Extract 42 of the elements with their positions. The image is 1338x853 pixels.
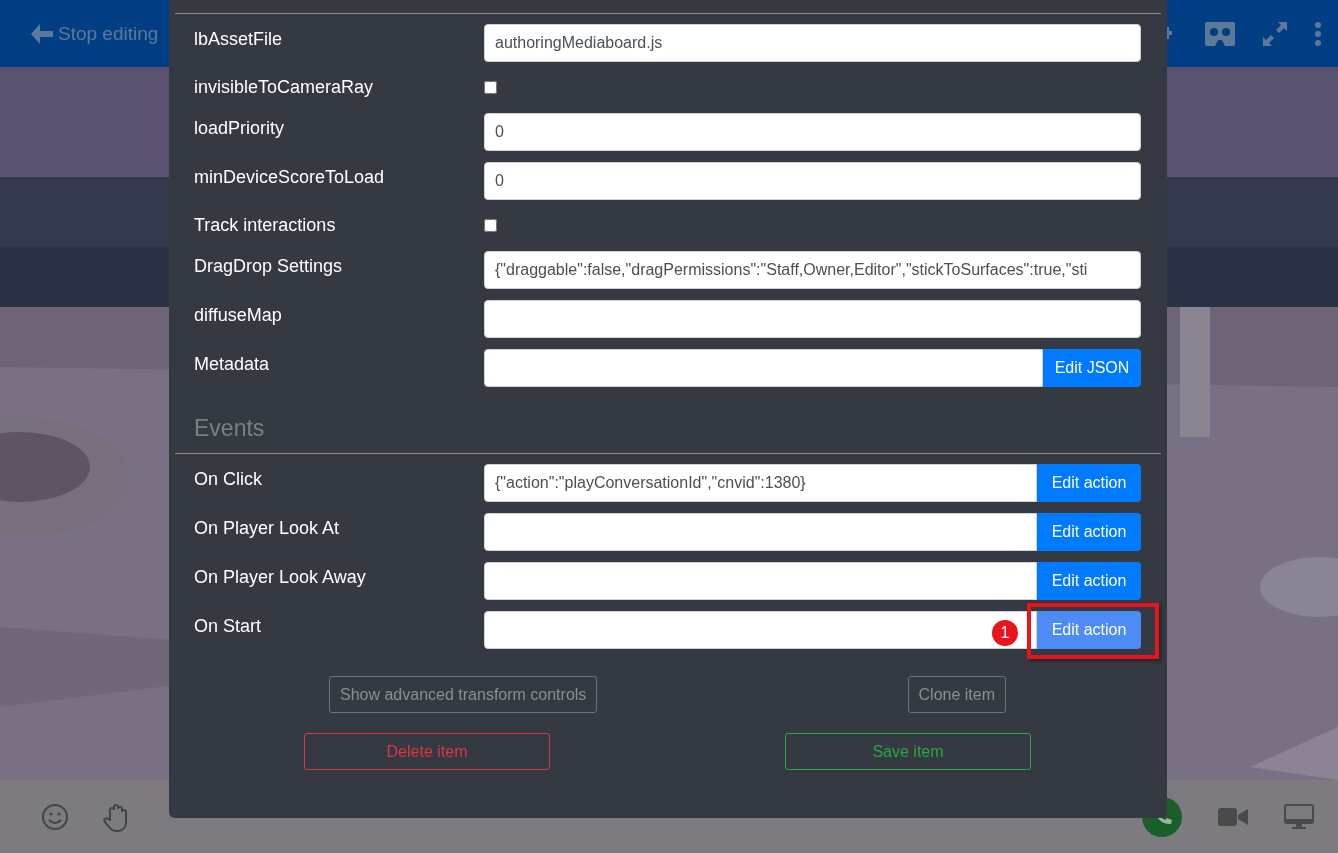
- video-camera-icon[interactable]: [1218, 806, 1248, 827]
- field-label: lbAssetFile: [194, 28, 284, 50]
- checkbox[interactable]: [484, 219, 497, 232]
- input-field[interactable]: [484, 513, 1037, 551]
- input-field[interactable]: [484, 562, 1037, 600]
- event-label: On Player Look Away: [194, 566, 367, 588]
- edit-action-button[interactable]: Edit action: [1037, 611, 1141, 649]
- back-arrow-icon: [30, 22, 54, 45]
- monitor-icon[interactable]: [1284, 803, 1314, 830]
- event-label: On Click: [194, 468, 263, 490]
- field-label: Metadata: [194, 353, 271, 375]
- vr-headset-icon[interactable]: [1204, 20, 1236, 47]
- input-field[interactable]: {"action":"playConversationId","cnvid":1380}: [484, 464, 1037, 502]
- advanced-controls-button[interactable]: Show advanced transform controls: [329, 676, 598, 713]
- input-field[interactable]: [484, 611, 1037, 649]
- more-icon[interactable]: [1314, 21, 1322, 46]
- save-button[interactable]: Save item: [785, 733, 1031, 770]
- input-field[interactable]: 0: [484, 162, 1141, 200]
- expand-icon[interactable]: [1262, 20, 1288, 47]
- input-field[interactable]: [484, 300, 1141, 338]
- input-field[interactable]: 0: [484, 113, 1141, 151]
- edit-action-button[interactable]: Edit action: [1037, 562, 1141, 600]
- input-field[interactable]: [484, 349, 1043, 387]
- edit-json-button[interactable]: Edit JSON: [1043, 349, 1141, 387]
- delete-button[interactable]: Delete item: [304, 733, 550, 770]
- field-label: invisibleToCameraRay: [194, 77, 375, 98]
- field-label: Track interactions: [194, 215, 337, 236]
- input-field[interactable]: authoringMediaboard.js: [484, 24, 1141, 62]
- field-label: DragDrop Settings: [194, 255, 344, 277]
- clone-button[interactable]: Clone item: [907, 676, 1006, 713]
- input-field[interactable]: {"draggable":false,"dragPermissions":"Staff,Owner,Editor","stickToSurfaces":true,"sti: [484, 251, 1141, 289]
- event-label: On Player Look At: [194, 517, 341, 539]
- field-label: loadPriority: [194, 117, 286, 139]
- section-heading: Events: [193, 414, 266, 443]
- checkbox[interactable]: [484, 81, 497, 94]
- event-label: On Start: [194, 615, 263, 637]
- edit-action-button[interactable]: Edit action: [1037, 464, 1141, 502]
- smiley-icon[interactable]: [41, 802, 69, 831]
- field-label: diffuseMap: [194, 304, 283, 326]
- field-label: minDeviceScoreToLoad: [194, 166, 386, 188]
- stop-editing-link[interactable]: Stop editing: [30, 22, 159, 45]
- edit-action-button[interactable]: Edit action: [1037, 513, 1141, 551]
